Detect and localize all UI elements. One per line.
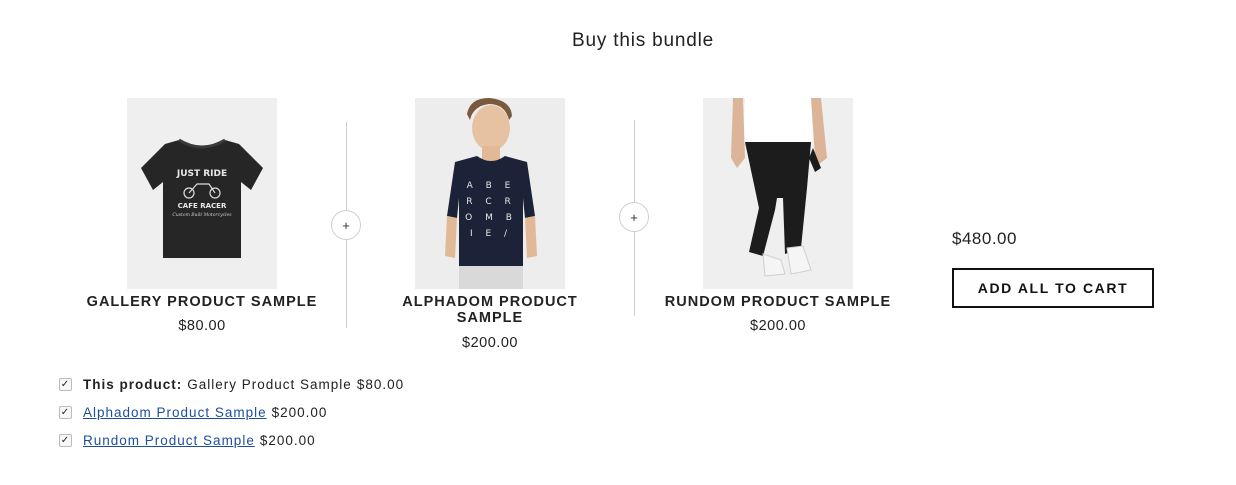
checklist-item-rundom: ✓ Rundom Product Sample $200.00 <box>59 431 316 449</box>
product-price-rundom: $200.00 <box>750 318 806 334</box>
checklist-item-link[interactable]: Alphadom Product Sample <box>83 405 267 420</box>
checklist-item-link[interactable]: Rundom Product Sample <box>83 433 255 448</box>
checkmark-icon: ✓ <box>60 434 71 446</box>
product-image-gallery[interactable]: JUST RIDE CAFE RACER Custom Built Motorc… <box>127 98 277 289</box>
svg-text:R C R: R C R <box>466 197 516 207</box>
checklist-item-price: $80.00 <box>356 376 405 392</box>
product-price-alphadom: $200.00 <box>462 335 518 351</box>
checklist-item-price: $200.00 <box>259 432 316 448</box>
checklist-item-this-product: ✓ This product: Gallery Product Sample $… <box>59 375 404 393</box>
checklist-item-label: Gallery Product Sample <box>187 376 352 392</box>
checkmark-icon: ✓ <box>60 378 71 390</box>
product-name-rundom[interactable]: RUNDOM PRODUCT SAMPLE <box>648 294 908 310</box>
product-name-line2: SAMPLE <box>456 310 524 326</box>
product-image-rundom[interactable] <box>703 98 853 289</box>
checkbox[interactable]: ✓ <box>59 433 72 447</box>
svg-text:A B E: A B E <box>467 181 516 191</box>
product-name-gallery[interactable]: GALLERY PRODUCT SAMPLE <box>72 294 332 310</box>
model-navy-tshirt-image: A B E R C R O M B I E / <box>415 98 565 289</box>
svg-text:Custom Built Motorcycles: Custom Built Motorcycles <box>172 212 232 218</box>
checkbox[interactable]: ✓ <box>59 377 72 391</box>
checklist-item-alphadom: ✓ Alphadom Product Sample $200.00 <box>59 403 327 421</box>
product-name-line1: ALPHADOM PRODUCT <box>402 294 578 310</box>
svg-text:CAFE RACER: CAFE RACER <box>178 202 227 210</box>
plus-icon: + <box>331 210 361 240</box>
checklist-item-price: $200.00 <box>271 404 328 420</box>
checkmark-icon: ✓ <box>60 406 71 418</box>
svg-text:I E /: I E / <box>470 229 512 239</box>
bundle-total-price: $480.00 <box>952 229 1017 248</box>
product-price-gallery: $80.00 <box>178 318 226 334</box>
this-product-prefix: This product: <box>83 376 183 392</box>
plus-icon: + <box>619 202 649 232</box>
svg-text:JUST RIDE: JUST RIDE <box>176 169 227 179</box>
svg-text:O M B: O M B <box>465 213 517 223</box>
black-tshirt-image: JUST RIDE CAFE RACER Custom Built Motorc… <box>127 98 277 289</box>
product-name-alphadom[interactable]: ALPHADOM PRODUCT SAMPLE <box>360 294 620 326</box>
black-joggers-image <box>703 98 853 289</box>
product-image-alphadom[interactable]: A B E R C R O M B I E / <box>415 98 565 289</box>
add-all-to-cart-button[interactable]: ADD ALL TO CART <box>952 268 1154 308</box>
checkbox[interactable]: ✓ <box>59 405 72 419</box>
bundle-title: Buy this bundle <box>572 30 714 51</box>
